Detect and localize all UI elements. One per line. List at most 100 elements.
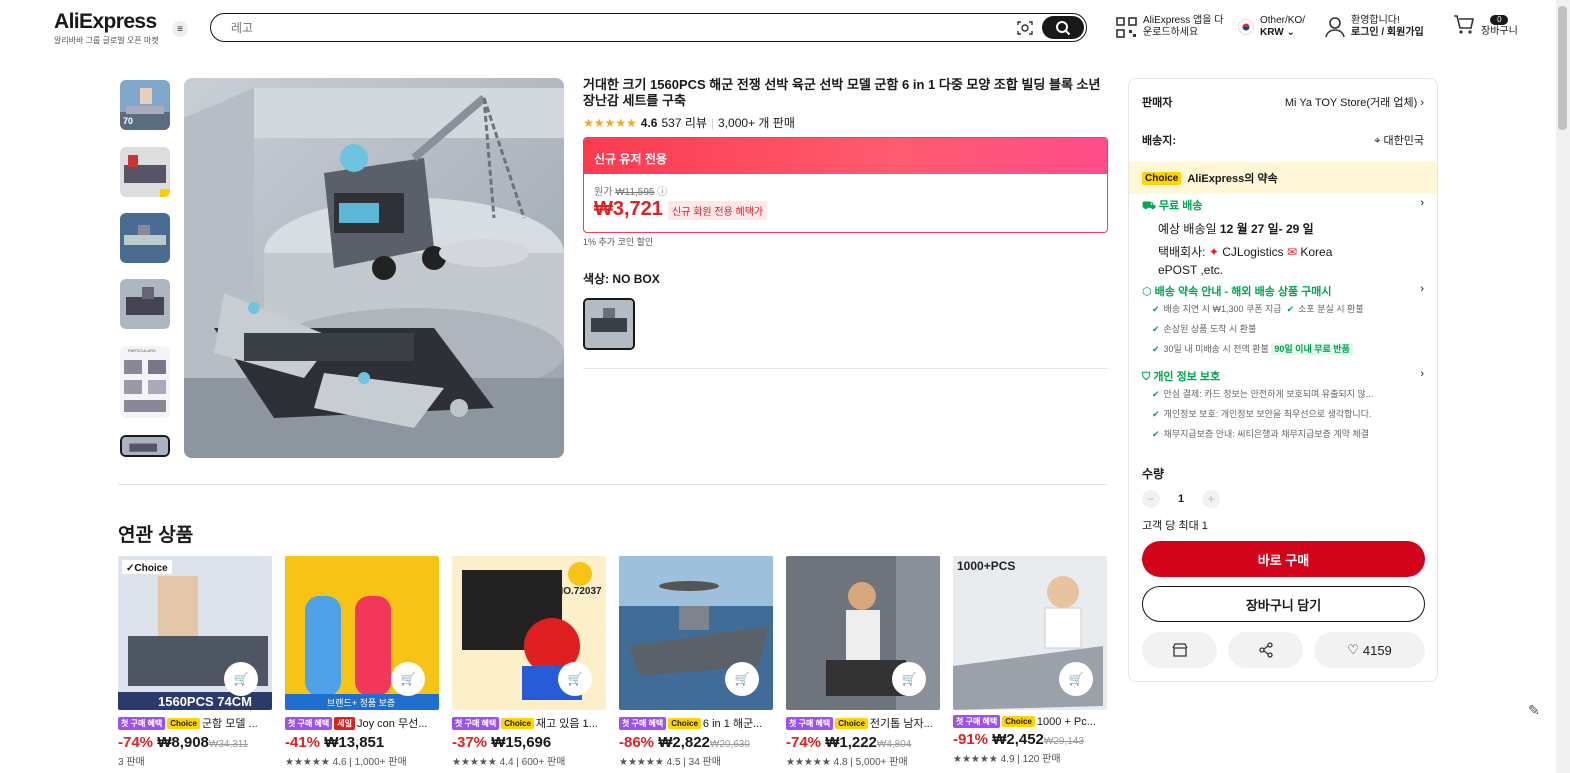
add-cart-icon[interactable]: 🛒 [1059,662,1093,696]
buy-now-button[interactable]: 바로 구매 [1142,541,1425,577]
choice-tag: Choice [1002,716,1035,727]
thumbnail-6-selected[interactable] [120,435,170,457]
chevron-right-icon: › [1420,97,1424,109]
add-cart-icon[interactable]: 🛒 [391,662,425,696]
thumbnail-1[interactable]: 70 [120,80,170,130]
menu-icon[interactable]: ≡ [172,21,188,37]
add-cart-icon[interactable]: 🛒 [224,662,258,696]
wish-count: 4159 [1362,642,1392,658]
related-card[interactable]: ✓Choice 1560PCS 74CM 🛒 첫 구매 혜택 Choice 군함 모델… [118,556,272,773]
card-title: 재고 있음 1... [535,718,598,730]
courier-3: ePOST ,etc. [1158,263,1224,277]
free-return-badge: 90일 이내 무료 반품 [1271,343,1353,355]
ship-label: 배송지: [1142,135,1177,147]
purchase-panel: 판매자 Mi Ya TOY Store(거래 업체) › 배송지: ⌖ 대한민국… [1128,78,1438,682]
eta-prefix: 예상 배송일 [1158,222,1217,236]
cart-link[interactable]: 0 장바구니 [1453,13,1518,39]
ship-to-row[interactable]: 배송지: ⌖ 대한민국 [1142,132,1424,148]
privacy-2: 개인정보 보호: 개인정보 보안을 최우선으로 생각합니다. [1163,409,1372,419]
card-sales: ★★★★★ 4.6 | 1,000+ 판매 [285,757,407,768]
privacy-section[interactable]: ⛉ 개인 정보 보호 › ✔ 안심 결제: 카드 정보는 안전하게 보호되며 유출되… [1142,368,1424,444]
privacy-1: 안심 결제: 카드 정보는 안전하게 보호되며 유출되지 않... [1163,389,1374,399]
new-user-promo: 신규 유저 전용 원가 ₩11,595 ⓘ ₩3,721 신규 회원 전용 혜택… [583,137,1108,233]
check-icon: ✔ [1152,324,1160,334]
chevron-right-icon: › [1420,197,1424,209]
app-download[interactable]: AliExpress 앱을 다 운로드하세요 [1116,15,1223,39]
account-line2: 로그인 / 회원가입 [1351,27,1424,38]
share-button[interactable] [1228,632,1303,668]
search-input[interactable] [231,19,1001,37]
wishlist-button[interactable]: ♡ 4159 [1314,632,1425,668]
free-shipping-section[interactable]: ⛟ 무료 배송 › 예상 배송일 12 월 27 일- 29 일 택배회사: ✦ … [1142,197,1424,277]
delivery-promise-section[interactable]: ⬡ 배송 약속 안내 - 해외 배송 상품 구매시 › ✔ 배송 지연 시 ₩1,3… [1142,283,1424,359]
color-swatch-no-box[interactable] [583,298,635,350]
card-title: Joy con 무선... [356,718,428,730]
courier-2: Korea [1300,245,1333,259]
check-icon: ✔ [1286,304,1295,314]
seller-name: Mi Ya TOY Store(거래 업체) [1284,97,1418,109]
account-menu[interactable]: 환영합니다! 로그인 / 회원가입 [1325,15,1424,39]
card-old-price: ₩29,143 [1043,736,1084,747]
promise-title: 배송 약속 안내 - 해외 배송 상품 구매시 [1154,286,1332,298]
add-to-cart-button[interactable]: 장바구니 담기 [1142,586,1425,622]
card-title: 6 in 1 해군... [702,718,763,730]
add-cart-icon[interactable]: 🛒 [558,662,592,696]
review-count[interactable]: 537 리뷰 [661,114,706,131]
check-icon: ✔ [1152,429,1160,439]
related-card[interactable]: 브랜드+ 정품 보증 🛒 첫 구매 혜택 세일 Joy con 무선... -41%… [285,556,439,773]
card-image-text: NO.72037 [556,586,602,597]
related-card[interactable]: 🛒 첫 구매 혜택 Choice 전기톱 남자... -74% ₩1,222₩4,8… [786,556,940,773]
seller-row[interactable]: 판매자 Mi Ya TOY Store(거래 업체) › [1142,94,1424,110]
info-icon[interactable]: ⓘ [657,187,667,198]
app-line1: AliExpress 앱을 다 [1143,15,1224,26]
related-heading: 연관 상품 [118,525,194,546]
coin-discount: 1% 추가 코인 할인 [583,237,654,247]
currency: KRW [1260,27,1284,38]
related-card[interactable]: 🛒 첫 구매 혜택 Choice 6 in 1 해군... -86% ₩2,822₩… [619,556,773,773]
choice-tag: Choice [835,717,868,729]
thumbnail-5[interactable]: PARTICULARS [120,346,170,418]
thumbnail-3[interactable] [120,213,170,263]
product-title: 거대한 크기 1560PCS 해군 전쟁 선박 육군 선박 모델 군함 6 in… [583,77,1101,108]
promise-3: 손상된 상품 도착 시 환불 [1163,324,1257,334]
card-old-price: ₩20,630 [709,739,750,750]
store-icon [1171,643,1188,657]
card-sales: 3 판매 [118,757,145,768]
price-badge: 신규 회원 전용 혜택가 [668,201,768,220]
qty-plus-button[interactable]: + [1202,490,1221,508]
main-product-image[interactable] [184,78,564,458]
search-icon [1056,20,1071,35]
card-price: ₩2,822 [658,734,710,751]
add-cart-icon[interactable]: 🛒 [892,662,926,696]
qty-value[interactable]: 1 [1178,493,1184,505]
truck-icon: ⛟ [1142,200,1156,212]
related-card[interactable]: 1000+PCS 🛒 첫 구매 혜택 Choice 1000 + Pc... -91… [953,556,1107,773]
card-price: ₩15,696 [491,734,552,751]
related-card[interactable]: NO.72037 🛒 첫 구매 혜택 Choice 재고 있음 1... -37% … [452,556,606,773]
sale-price: ₩3,721 [594,198,663,220]
korea-flag-icon [1238,19,1254,35]
check-icon: ✔ [1152,409,1160,419]
free-ship-label: 무료 배송 [1158,200,1203,212]
card-image-text: 브랜드+ 정품 보증 [327,698,395,708]
privacy-3: 채무지급보증 안내: 씨티은행과 채무지급보증 계약 체결 [1163,429,1369,439]
orig-price: ₩11,595 [615,187,655,198]
first-buy-tag: 첫 구매 혜택 [619,716,667,730]
rating-row: ★★★★★ 4.6 537 리뷰 | 3,000+ 개 판매 [583,114,795,131]
box-icon: ⬡ [1142,286,1152,298]
scrollbar-thumb[interactable] [1558,6,1567,130]
first-buy-tag: 첫 구매 혜택 [786,716,834,730]
aliexpress-logo[interactable]: AliExpress 알리바바 그룹 글로벌 오픈 마켓 [54,10,164,46]
image-search-icon[interactable] [1016,19,1034,37]
card-old-price: ₩4,804 [876,739,912,750]
promise-1: 배송 지연 시 ₩1,300 쿠폰 지급 [1163,304,1282,314]
region-selector[interactable]: Other/KO/KRW ⌄ [1238,15,1305,39]
feedback-edit-icon[interactable]: ✎ [1528,702,1540,719]
thumbnail-4[interactable] [120,279,170,329]
qty-minus-button[interactable]: − [1142,490,1160,508]
search-button[interactable] [1042,16,1084,39]
thumbnail-2[interactable] [120,147,170,197]
add-cart-icon[interactable]: 🛒 [725,662,759,696]
promo-header: 신규 유저 전용 [584,138,1107,174]
store-button[interactable] [1142,632,1217,668]
